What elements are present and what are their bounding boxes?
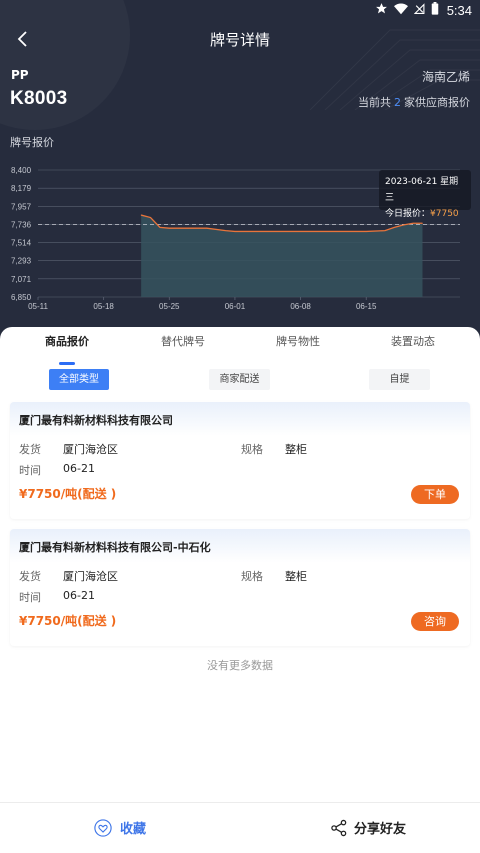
favorite-label: 收藏: [120, 822, 147, 837]
x-tick-label: 06-01: [225, 302, 246, 311]
price-point: [178, 227, 180, 229]
price-point: [272, 231, 273, 232]
ship-label: 发货: [19, 443, 41, 456]
price-area: [141, 215, 423, 297]
heart-icon: [94, 818, 112, 837]
y-tick-label: 7,736: [11, 220, 32, 229]
price-point: [412, 222, 414, 224]
tooltip-label: 今日报价：: [385, 209, 431, 219]
product-category: PP: [11, 68, 29, 82]
y-tick-label: 7,071: [11, 275, 32, 284]
status-bar: 5:34: [0, 0, 480, 22]
price-point: [234, 231, 236, 232]
time-value: 06-21: [63, 462, 95, 475]
supplier-count-text: 当前共 2 家供应商报价: [358, 96, 470, 109]
price-point: [393, 226, 395, 228]
wifi-icon: [393, 2, 408, 19]
price-point: [318, 231, 320, 232]
navbar: 牌号详情: [0, 26, 480, 54]
tab-bar: 商品报价 替代牌号 牌号物性 装置动态: [0, 333, 480, 365]
order-button[interactable]: 下单: [411, 485, 459, 504]
ship-label: 发货: [19, 570, 41, 583]
tab-active-indicator: [59, 362, 75, 365]
price-point: [140, 214, 142, 216]
y-tick-label: 6,850: [11, 293, 32, 302]
tab-grade-properties[interactable]: 牌号物性: [238, 333, 358, 349]
product-grade: K8003: [10, 88, 68, 109]
share-label: 分享好友: [354, 822, 407, 837]
offer-card[interactable]: 厦门最有料新材料科技有限公司-中石化 发货 厦门海沧区 规格 整柜 时间 06-…: [10, 529, 470, 646]
time-value: 06-21: [63, 589, 95, 602]
y-tick-label: 7,957: [11, 202, 32, 211]
price-point: [403, 224, 405, 226]
offer-card[interactable]: 厦门最有料新材料科技有限公司 发货 厦门海沧区 规格 整柜 时间 06-21 ¥…: [10, 402, 470, 519]
supplier-count: 2: [394, 96, 401, 109]
consult-button[interactable]: 咨询: [411, 612, 459, 631]
price-point: [384, 230, 386, 232]
price-point: [225, 230, 226, 232]
share-button[interactable]: 分享好友: [330, 818, 406, 837]
offer-price: ¥7750/吨(配送 ): [19, 487, 117, 501]
price-point: [300, 231, 301, 232]
y-tick-label: 8,400: [11, 166, 32, 175]
price-point: [365, 231, 367, 232]
ship-value: 厦门海沧区: [63, 443, 118, 456]
filter-self-pickup[interactable]: 自提: [369, 369, 430, 390]
y-tick-label: 7,293: [11, 257, 32, 266]
x-tick-label: 05-18: [93, 302, 114, 311]
price-point: [159, 226, 161, 228]
x-tick-label: 06-15: [356, 302, 377, 311]
favorite-button[interactable]: 收藏: [94, 818, 146, 837]
tooltip-price: ¥7750: [430, 209, 459, 219]
x-tick-label: 05-11: [28, 302, 48, 311]
bottom-action-bar: 收藏 分享好友: [0, 802, 480, 853]
offer-company: 厦门最有料新材料科技有限公司: [19, 414, 173, 427]
tab-alternative-grades[interactable]: 替代牌号: [123, 333, 243, 349]
spec-value: 整柜: [285, 570, 307, 583]
page-title: 牌号详情: [209, 31, 270, 49]
time-label: 时间: [19, 591, 41, 604]
content-sheet: 商品报价 替代牌号 牌号物性 装置动态 全部类型 商家配送 自提 厦门最有料新材…: [0, 327, 480, 853]
no-more-data: 没有更多数据: [207, 659, 273, 672]
offer-price: ¥7750/吨(配送 ): [19, 614, 117, 628]
filter-merchant-delivery[interactable]: 商家配送: [209, 369, 270, 390]
star-icon: [375, 2, 388, 19]
price-point: [150, 217, 151, 218]
time-label: 时间: [19, 464, 41, 477]
chart-title: 牌号报价: [10, 136, 54, 149]
status-time: 5:34: [446, 3, 472, 18]
tab-plant-status[interactable]: 装置动态: [353, 333, 473, 349]
offer-company: 厦门最有料新材料科技有限公司-中石化: [19, 541, 211, 554]
price-point: [206, 227, 208, 229]
battery-icon: [431, 2, 439, 19]
header-panel: 5:34 牌号详情 PP K8003 海南乙烯 当前共 2 家供应商报价 牌号报价 …: [0, 0, 480, 345]
signal-icon: [413, 2, 425, 19]
chart-tooltip: 2023-06-21 星期三 今日报价：¥7750: [379, 170, 471, 219]
y-tick-label: 8,179: [11, 184, 32, 193]
filter-all-types[interactable]: 全部类型: [49, 369, 109, 390]
y-tick-label: 7,514: [11, 239, 32, 248]
spec-value: 整柜: [285, 443, 307, 456]
share-icon: [331, 819, 347, 836]
x-tick-label: 06-08: [290, 302, 311, 311]
tooltip-date: 2023-06-21 星期三: [385, 177, 459, 203]
spec-label: 规格: [241, 570, 263, 583]
tab-product-quotes[interactable]: 商品报价: [7, 333, 127, 349]
spec-label: 规格: [241, 443, 263, 456]
x-tick-label: 05-25: [159, 302, 180, 311]
price-point: [168, 227, 170, 229]
producer-name: 海南乙烯: [421, 70, 470, 84]
ship-value: 厦门海沧区: [63, 570, 118, 583]
price-point: [422, 222, 423, 224]
